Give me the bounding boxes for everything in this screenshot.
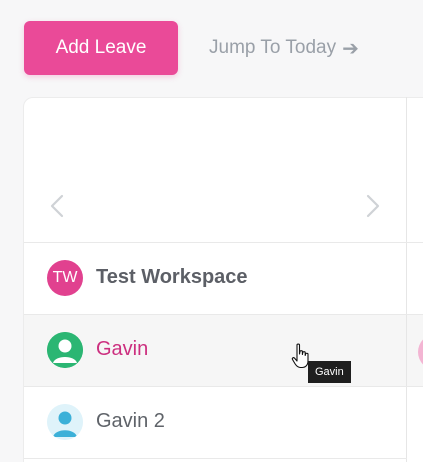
next-period-button[interactable]	[360, 192, 384, 220]
avatar-initials: TW	[52, 269, 78, 286]
jump-to-today-link[interactable]: Jump To Today ➔	[209, 36, 359, 60]
workspace-row[interactable]: TW Test Workspace	[24, 243, 406, 314]
user-avatar-icon	[47, 404, 83, 440]
add-leave-label: Add Leave	[55, 37, 147, 58]
member-row-gavin-2[interactable]: Gavin 2	[24, 387, 406, 458]
workspace-avatar: TW	[47, 260, 83, 296]
chevron-left-icon	[50, 194, 64, 218]
arrow-right-icon: ➔	[342, 37, 359, 60]
chevron-right-icon	[366, 194, 380, 218]
tooltip: Gavin	[308, 361, 351, 383]
workspace-name: Test Workspace	[96, 266, 248, 288]
row-divider	[24, 458, 407, 459]
column-divider	[406, 97, 407, 462]
row-divider	[407, 386, 423, 387]
user-avatar-icon	[47, 404, 83, 440]
tooltip-text: Gavin	[315, 366, 344, 378]
user-avatar-icon	[47, 332, 83, 368]
jump-to-today-label: Jump To Today	[209, 37, 337, 58]
leave-calendar-screen: Add Leave Jump To Today ➔ TW Test Worksp…	[0, 0, 423, 462]
member-name[interactable]: Gavin 2	[96, 410, 165, 433]
member-name[interactable]: Gavin	[96, 338, 148, 361]
prev-period-button[interactable]	[46, 192, 70, 220]
user-avatar-icon	[47, 332, 83, 368]
row-divider	[407, 242, 423, 243]
add-leave-button[interactable]: Add Leave	[24, 21, 178, 75]
